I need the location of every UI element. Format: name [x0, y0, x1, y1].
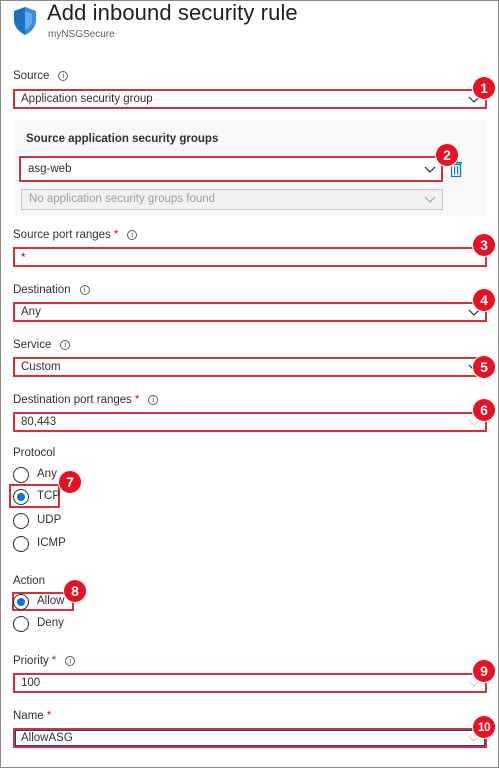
callout-badge-4: 4 — [473, 289, 495, 311]
dest-port-input[interactable]: 80,443 — [13, 412, 487, 432]
panel-frame — [0, 0, 499, 768]
shield-icon — [14, 7, 36, 35]
name-input[interactable]: AllowASG — [13, 728, 487, 748]
info-icon[interactable]: i — [79, 285, 90, 295]
name-label: Name * — [13, 710, 52, 722]
info-icon[interactable]: i — [60, 340, 71, 350]
callout-badge-7: 7 — [59, 471, 81, 493]
protocol-label: Protocol — [13, 447, 56, 459]
source-value: Application security group — [21, 93, 153, 105]
service-value: Custom — [21, 361, 61, 373]
page-title: Add inbound security rule — [47, 0, 298, 25]
service-label: Service i — [13, 339, 71, 351]
chevron-down-icon — [424, 166, 436, 173]
info-icon[interactable]: i — [58, 71, 69, 81]
callout-badge-5: 5 — [473, 356, 495, 378]
priority-input[interactable]: 100 — [13, 673, 487, 693]
radio-button[interactable] — [13, 536, 29, 552]
source-port-value: * — [21, 252, 26, 264]
asg-empty-placeholder: No application security groups found — [29, 193, 216, 205]
action-label: Action — [13, 575, 45, 587]
callout-badge-8: 8 — [64, 580, 86, 602]
source-label: Source i — [13, 70, 69, 82]
callout-badge-2: 2 — [436, 144, 458, 166]
radio-button[interactable] — [13, 513, 29, 529]
callout-badge-6: 6 — [473, 399, 495, 421]
asg-empty-dropdown: No application security groups found — [21, 189, 443, 210]
source-port-label: Source port ranges * i — [13, 229, 138, 241]
source-asg-title: Source application security groups — [26, 133, 219, 145]
callout-badge-10: 10 — [473, 716, 495, 738]
priority-value: 100 — [21, 677, 41, 689]
service-dropdown[interactable]: Custom — [13, 357, 487, 377]
dest-port-label: Destination port ranges * i — [13, 394, 159, 406]
source-port-input[interactable]: * — [13, 247, 487, 267]
radio-button[interactable] — [13, 467, 29, 483]
callout-badge-9: 9 — [473, 660, 495, 682]
name-value: AllowASG — [21, 732, 73, 744]
info-icon[interactable]: i — [148, 395, 159, 405]
radio-button-selected[interactable] — [13, 594, 29, 610]
dest-port-value: 80,443 — [21, 416, 57, 428]
source-dropdown[interactable]: Application security group — [13, 89, 487, 109]
priority-label: Priority * i — [13, 655, 76, 667]
info-icon[interactable]: i — [65, 656, 76, 666]
callout-badge-3: 3 — [473, 234, 495, 256]
info-icon[interactable]: i — [127, 230, 138, 240]
radio-button[interactable] — [13, 616, 29, 632]
destination-label: Destination i — [13, 284, 90, 296]
radio-button-selected[interactable] — [13, 489, 29, 505]
chevron-down-icon — [424, 196, 436, 203]
page-subtitle: myNSGSecure — [48, 29, 115, 40]
destination-dropdown[interactable]: Any — [13, 302, 487, 322]
destination-value: Any — [21, 306, 41, 318]
source-asg-dropdown[interactable]: asg-web — [19, 156, 443, 182]
callout-badge-1: 1 — [473, 77, 495, 99]
source-asg-value: asg-web — [28, 163, 72, 175]
